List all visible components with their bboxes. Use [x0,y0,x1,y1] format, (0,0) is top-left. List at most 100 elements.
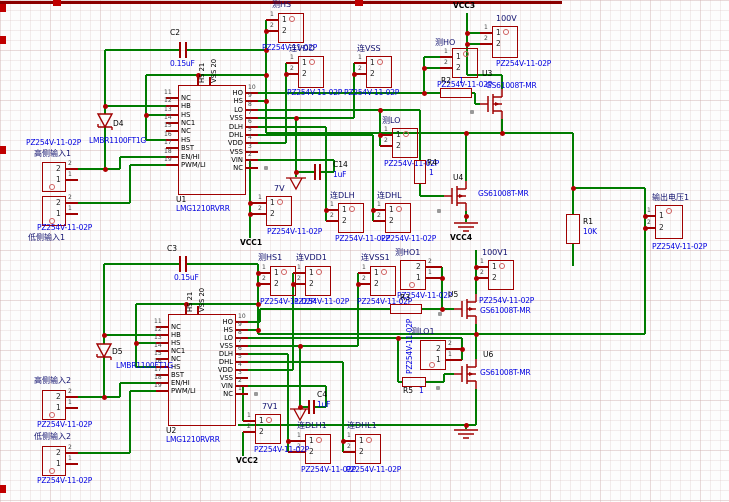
fet-part-number[interactable]: GS61008T-MR [480,369,531,377]
wire[interactable] [249,160,251,238]
value-label[interactable]: 1 [459,77,464,85]
connector-name-ho[interactable]: 测HO [435,39,455,47]
wire[interactable] [242,432,244,456]
fet-part-number[interactable]: GS61008T-MR [486,82,537,90]
wire[interactable] [78,202,130,204]
connector-part-number[interactable]: PZ254V-11-02P [381,235,436,243]
connector-name-100v1[interactable]: 100V1 [482,249,508,257]
connector-part-number[interactable]: PZ254V-11-02P [496,60,551,68]
net-flag-vcc2[interactable]: VCC2 [236,457,258,465]
wire[interactable] [104,334,156,336]
wire[interactable] [572,244,574,266]
connector-name-in-low-2[interactable]: 低侧输入2 [34,433,71,441]
connector-part-number[interactable]: PZ254V-11-02P [37,477,92,485]
wire[interactable] [242,386,244,421]
wire[interactable] [572,133,574,214]
wire[interactable] [119,383,121,397]
connector-name-lo1[interactable]: 测LO1 [411,328,435,336]
diode-D4[interactable] [96,111,114,137]
wire[interactable] [120,156,166,158]
wire[interactable] [325,127,327,221]
connector-name-7v[interactable]: 7V [274,185,285,193]
value-label[interactable]: 0.15uF [170,60,195,68]
connector-part-number[interactable]: PZ254V-11-02P [26,139,81,147]
wire[interactable] [104,263,179,265]
ic-part-number[interactable]: LMG1210RVRR [176,205,230,213]
capacitor-C2[interactable] [185,42,187,58]
connector-part-number[interactable]: PZ254V-11-02P [294,298,349,306]
mosfet-U3[interactable] [480,89,510,119]
wire[interactable] [444,373,454,375]
fet-part-number[interactable]: GS61008T-MR [480,307,531,315]
wire[interactable] [260,308,390,310]
wire[interactable] [105,49,179,51]
value-label[interactable]: 10K [583,228,597,236]
value-label[interactable]: 1uF [317,401,330,409]
net-flag-vcc4[interactable]: VCC4 [450,234,472,242]
wire[interactable] [465,133,467,181]
value-label[interactable]: LMBR1100FT1G [116,362,173,370]
designator-label[interactable]: C4 [317,391,327,399]
resistor-R1[interactable] [566,214,580,244]
wire[interactable] [258,126,326,128]
connector-part-number[interactable]: PZ254V-11-02P [254,446,309,454]
wire[interactable] [248,337,462,339]
wire[interactable] [475,389,477,425]
value-label[interactable]: 1 [429,169,434,177]
resistor-R3[interactable] [390,304,422,314]
capacitor-C2[interactable] [179,42,181,58]
wire[interactable] [248,361,343,363]
value-label[interactable]: 0.15uF [174,274,199,282]
wire[interactable] [644,188,646,334]
wire[interactable] [422,308,454,310]
wire[interactable] [258,333,645,335]
connector-name-100v[interactable]: 100V [496,15,517,23]
wire[interactable] [299,346,301,408]
wire[interactable] [258,134,373,136]
wire[interactable] [426,381,444,383]
wire[interactable] [130,164,166,166]
wire[interactable] [248,345,358,347]
wire[interactable] [443,374,445,382]
connector-name-dlh[interactable]: 连DLH [330,192,355,200]
connector-name-hs1[interactable]: 测HS1 [258,254,282,262]
wire[interactable] [379,110,381,146]
capacitor-C3[interactable] [185,256,187,272]
designator-label[interactable]: R1 [583,218,593,226]
designator-label[interactable]: R3 [400,294,410,302]
designator-label[interactable]: C14 [333,161,348,169]
connector-part-number[interactable]: PZ254V-11-02P [37,421,92,429]
wire[interactable] [248,369,293,371]
connector-part-number[interactable]: PZ254V-11-02P [267,228,322,236]
value-label[interactable]: 1 [419,387,424,395]
wire[interactable] [120,382,156,384]
designator-label[interactable]: R2 [441,77,451,85]
connector-name-vss1[interactable]: 连VSS1 [361,254,390,262]
wire[interactable] [136,303,186,305]
wire[interactable] [259,309,261,322]
wire[interactable] [248,353,288,355]
fet-part-number[interactable]: GS61008T-MR [478,190,529,198]
diode-D5[interactable] [95,341,113,367]
capacitor-C14[interactable] [319,164,321,180]
connector-name-7v1[interactable]: 7V1 [262,403,278,411]
wire[interactable] [130,390,156,392]
wire[interactable] [136,342,156,344]
mosfet-U4[interactable] [444,181,474,211]
wire[interactable] [146,74,198,76]
wire[interactable] [129,391,131,453]
wire[interactable] [573,187,645,189]
wire[interactable] [258,142,286,144]
wire[interactable] [186,303,258,305]
wire[interactable] [296,171,314,173]
wire[interactable] [78,168,120,170]
wire[interactable] [243,385,326,387]
fet-ref[interactable]: U6 [483,351,493,359]
connector-part-number[interactable]: PZ254V-11-02P [344,89,399,97]
connector-part-number[interactable]: PZ254V-11-02P [37,224,92,232]
wire[interactable] [185,49,266,51]
connector-name-hs[interactable]: 测HS [272,1,291,9]
ic-ref[interactable]: U1 [176,196,186,204]
wire[interactable] [441,267,443,309]
connector-name-in-high-2[interactable]: 高侧输入2 [34,377,71,385]
